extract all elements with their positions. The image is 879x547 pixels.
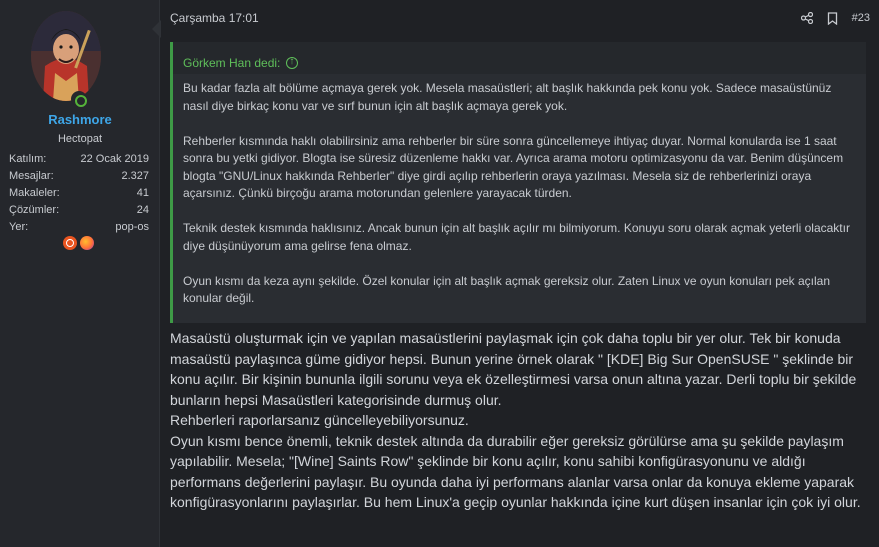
user-stats: Katılım: 22 Ocak 2019 Mesajlar: 2.327 Ma… [9,152,149,237]
quote-paragraph: Bu kadar fazla alt bölüme açmaya gerek y… [183,81,832,113]
post-header: Çarşamba 17:01 #23 [170,10,870,26]
stat-row-joined: Katılım: 22 Ocak 2019 [9,152,149,169]
stat-label: Yer: [9,221,29,233]
stat-label: Çözümler: [9,204,60,216]
stat-row-messages[interactable]: Mesajlar: 2.327 [9,169,149,186]
post-date[interactable]: Çarşamba 17:01 [170,11,259,25]
post-paragraph: Oyun kısmı bence önemli, teknik destek a… [170,432,861,511]
stat-value[interactable]: 2.327 [121,169,149,186]
quote-paragraph: Oyun kısmı da keza aynı şekilde. Özel ko… [183,273,830,306]
quote-paragraph: Teknik destek kısmında haklısınız. Ancak… [183,221,850,253]
user-sidebar: Rashmore Hectopat Katılım: 22 Ocak 2019 … [0,0,160,547]
stat-value[interactable]: 41 [137,186,149,203]
stat-row-location[interactable]: Yer: pop-os [9,220,149,237]
quote-body: Bu kadar fazla alt bölüme açmaya gerek y… [183,80,858,325]
avatar-container[interactable] [31,11,101,107]
stat-value[interactable]: 24 [137,203,149,220]
post-actions: #23 [800,11,870,25]
os-icons [63,236,94,250]
stat-row-solutions[interactable]: Çözümler: 24 [9,203,149,220]
quote-paragraph: Rehberler kısmında haklı olabilirsiniz a… [183,133,844,201]
post-paragraph: Masaüstü oluşturmak için ve yapılan masa… [170,330,857,408]
stat-value: 22 Ocak 2019 [80,153,150,165]
stat-label: Makaleler: [9,187,60,199]
firefox-icon [80,236,94,250]
stat-row-articles[interactable]: Makaleler: 41 [9,186,149,203]
stat-value[interactable]: pop-os [115,220,149,237]
arrow-up-circle-icon[interactable] [286,56,299,69]
post-number-link[interactable]: #23 [852,12,870,24]
username-link[interactable]: Rashmore [0,112,160,127]
stat-label: Mesajlar: [9,170,54,182]
quote-header[interactable]: Görkem Han dedi: [173,42,866,74]
stat-label: Katılım: [9,153,47,165]
avatar[interactable] [31,11,101,101]
quote-author[interactable]: Görkem Han dedi: [183,56,280,70]
post-body: Masaüstü oluşturmak için ve yapılan masa… [170,328,870,513]
ubuntu-icon [63,236,77,250]
quote-block: Görkem Han dedi: Bu kadar fazla alt bölü… [170,42,866,323]
user-title: Hectopat [57,133,103,145]
bookmark-icon[interactable] [827,11,838,25]
share-icon[interactable] [800,12,813,24]
online-status-icon [71,91,87,107]
post-arrow [152,20,161,38]
post-paragraph: Rehberleri raporlarsanız güncelleyebiliy… [170,412,469,428]
